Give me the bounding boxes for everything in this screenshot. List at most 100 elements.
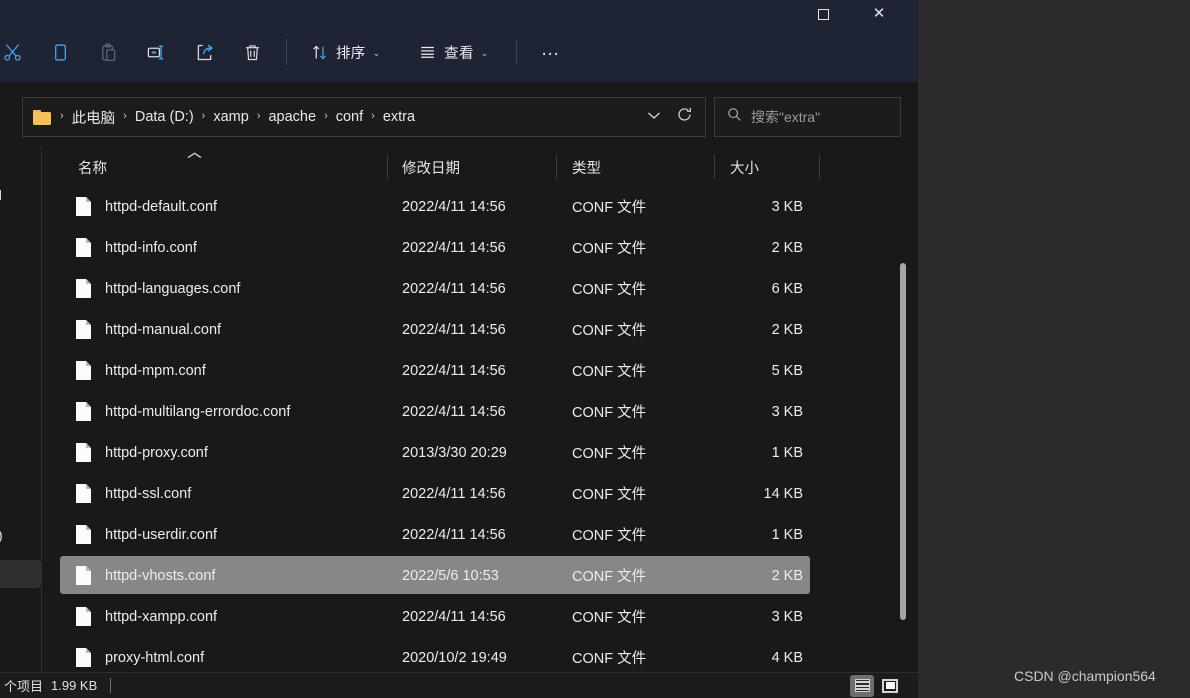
file-date-cell: 2022/4/11 14:56 [402, 403, 506, 420]
breadcrumb-item-2[interactable]: xamp [209, 106, 252, 128]
share-button[interactable] [184, 33, 224, 71]
file-name-cell: httpd-multilang-errordoc.conf [42, 402, 388, 421]
file-name-cell: httpd-userdir.conf [42, 525, 388, 544]
file-name-cell: httpd-default.conf [42, 197, 388, 216]
file-type-cell: CONF 文件 [572, 405, 647, 421]
breadcrumb-item-1[interactable]: Data (D:) [131, 106, 198, 128]
see-more-button[interactable]: … [531, 33, 571, 71]
file-date-cell: 2022/4/11 14:56 [402, 321, 506, 338]
file-type-cell: CONF 文件 [572, 487, 647, 503]
column-header-type[interactable]: 类型 [557, 150, 715, 184]
file-type-cell: CONF 文件 [572, 528, 647, 544]
address-bar[interactable]: › 此电脑 › Data (D:) › xamp › apache › conf… [22, 97, 706, 137]
breadcrumb-item-5[interactable]: extra [379, 106, 419, 128]
breadcrumb-item-4[interactable]: conf [332, 106, 367, 128]
breadcrumb-item-3[interactable]: apache [264, 106, 320, 128]
title-bar: ✕ [0, 0, 918, 22]
file-name-label: httpd-userdir.conf [105, 526, 218, 543]
chevron-down-icon: ⌄ [372, 47, 381, 58]
nav-selected-highlight [0, 560, 41, 588]
file-type-cell: CONF 文件 [572, 282, 647, 298]
toolbar-divider-2 [516, 39, 518, 65]
view-list-icon [418, 43, 437, 61]
view-toggle-group [850, 674, 902, 697]
navigation-pane[interactable]: …ersonal …SD (C:) [0, 146, 41, 676]
folder-icon [33, 109, 51, 125]
file-row[interactable]: httpd-languages.conf 2022/4/11 14:56 CONF … [42, 268, 918, 309]
file-name-cell: httpd-mpm.conf [42, 361, 388, 380]
view-label: 查看 [444, 45, 474, 62]
file-row[interactable]: httpd-vhosts.conf 2022/5/6 10:53 CONF 文件 2 … [42, 555, 918, 596]
column-header-type-label: 类型 [572, 160, 601, 177]
file-name-label: httpd-info.conf [105, 239, 197, 256]
file-size-cell: 1 KB [771, 444, 803, 461]
file-type-cell: CONF 文件 [572, 610, 647, 626]
file-size-cell: 3 KB [771, 198, 803, 215]
search-input[interactable] [751, 109, 881, 125]
file-name-label: httpd-mpm.conf [105, 362, 206, 379]
column-divider [819, 155, 820, 179]
copy-button[interactable] [40, 33, 80, 71]
file-row[interactable]: proxy-html.conf 2020/10/2 19:49 CONF 文件 4 K… [42, 637, 918, 672]
details-view-icon [854, 679, 870, 692]
refresh-button[interactable] [667, 100, 701, 134]
file-size-cell: 14 KB [763, 485, 804, 502]
file-size-cell: 1 KB [771, 526, 803, 543]
toolbar-divider-1 [286, 39, 287, 65]
close-button[interactable]: ✕ [856, 0, 902, 22]
nav-item-label: …SD (C:) [0, 527, 3, 543]
file-type-cell: CONF 文件 [572, 446, 647, 462]
maximize-icon [817, 8, 829, 20]
file-row[interactable]: httpd-ssl.conf 2022/4/11 14:56 CONF 文件 14 K… [42, 473, 918, 514]
file-size-cell: 3 KB [771, 403, 803, 420]
column-header-name[interactable]: 名称 [42, 150, 388, 184]
large-icons-view-toggle[interactable] [878, 675, 902, 697]
ellipsis-icon: … [540, 38, 563, 60]
column-header-size[interactable]: 大小 [715, 150, 820, 184]
sort-icon [311, 43, 329, 62]
breadcrumb-dropdown-button[interactable] [641, 100, 667, 134]
file-type-cell: CONF 文件 [572, 241, 647, 257]
file-row[interactable]: httpd-manual.conf 2022/4/11 14:56 CONF 文件 2… [42, 309, 918, 350]
details-view-toggle[interactable] [850, 674, 874, 697]
file-icon [76, 566, 91, 585]
status-selected-size: 1.99 KB [51, 678, 98, 693]
file-row[interactable]: httpd-proxy.conf 2013/3/30 20:29 CONF 文件 1 … [42, 432, 918, 473]
vertical-scrollbar-thumb[interactable] [900, 263, 906, 620]
file-date-cell: 2020/10/2 19:49 [402, 649, 507, 666]
file-list[interactable]: httpd-default.conf 2022/4/11 14:56 CONF 文件… [42, 186, 918, 672]
breadcrumb-separator: › [371, 110, 375, 122]
trash-icon [242, 42, 263, 63]
large-icons-view-icon [882, 678, 898, 693]
maximize-button[interactable] [800, 0, 846, 22]
file-date-cell: 2013/3/30 20:29 [402, 444, 507, 461]
file-size-cell: 3 KB [771, 608, 803, 625]
nav-item-personal[interactable]: …ersonal [0, 180, 41, 210]
file-row[interactable]: httpd-default.conf 2022/4/11 14:56 CONF 文件… [42, 186, 918, 227]
file-row[interactable]: httpd-info.conf 2022/4/11 14:56 CONF 文件 2 K… [42, 227, 918, 268]
file-row[interactable]: httpd-xampp.conf 2022/4/11 14:56 CONF 文件 3 … [42, 596, 918, 637]
column-header-date[interactable]: 修改日期 [388, 150, 557, 184]
file-name-cell: httpd-vhosts.conf [42, 566, 388, 585]
rename-button[interactable] [136, 33, 176, 71]
copy-icon [50, 42, 71, 63]
delete-button[interactable] [232, 33, 272, 71]
breadcrumb-separator: › [256, 110, 261, 122]
search-box[interactable] [714, 97, 901, 137]
cut-button[interactable] [0, 33, 32, 71]
paste-button[interactable] [88, 33, 128, 71]
file-name-cell: httpd-info.conf [42, 238, 388, 257]
view-button[interactable]: 查看 ⌄ [408, 33, 498, 71]
paste-icon [98, 42, 119, 63]
status-divider [110, 678, 112, 693]
file-row[interactable]: httpd-userdir.conf 2022/4/11 14:56 CONF 文件… [42, 514, 918, 555]
nav-item-ssd-c[interactable]: …SD (C:) [0, 520, 41, 550]
desktop-background [918, 0, 1190, 698]
column-header-date-label: 修改日期 [402, 160, 460, 177]
file-row[interactable]: httpd-mpm.conf 2022/4/11 14:56 CONF 文件 5 KB [42, 350, 918, 391]
file-size-cell: 5 KB [771, 362, 803, 379]
sort-button[interactable]: 排序 ⌄ [301, 33, 390, 71]
file-row[interactable]: httpd-multilang-errordoc.conf 2022/4/11 1… [42, 391, 918, 432]
file-name-cell: httpd-proxy.conf [42, 443, 388, 462]
breadcrumb-item-0[interactable]: 此电脑 [68, 104, 120, 131]
